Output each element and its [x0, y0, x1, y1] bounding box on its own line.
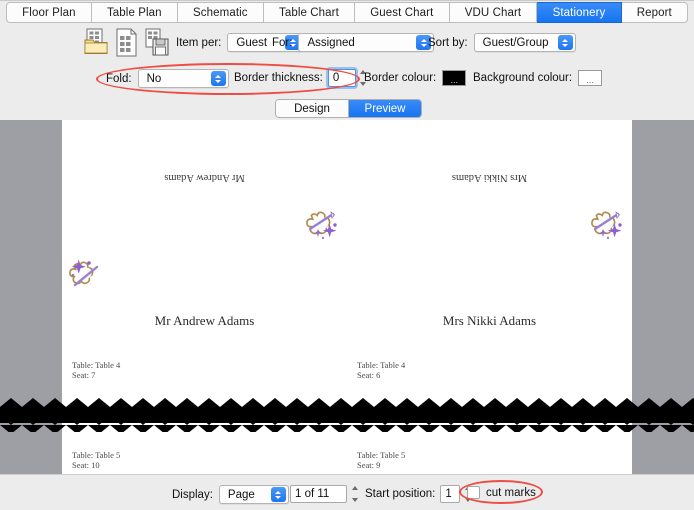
page-number-stepper[interactable] — [349, 485, 360, 503]
cut-marks-label: cut marks — [486, 486, 536, 499]
display-group: Display: Page — [172, 485, 289, 504]
background-colour-well[interactable]: ... — [578, 70, 603, 86]
background-colour-ellipsis: ... — [586, 75, 594, 85]
place-card: Table: Table 5 Seat: 9 — [347, 434, 632, 474]
start-position-input[interactable]: 1 — [440, 485, 461, 503]
border-thickness-value: 0 — [332, 72, 340, 84]
place-card-name: Mrs Nikki Adams — [442, 313, 537, 328]
tab-stationery[interactable]: Stationery — [537, 2, 622, 23]
background-colour-label: Background colour: — [473, 72, 573, 84]
save-document-icon[interactable] — [144, 28, 170, 57]
display-select[interactable]: Page — [218, 485, 289, 504]
tab-guest-chart[interactable]: Guest Chart — [355, 2, 450, 23]
tab-label: Floor Plan — [22, 6, 76, 19]
tab-label: Stationery — [552, 6, 606, 19]
sort-by-label: Sort by: — [428, 36, 468, 49]
border-colour-group: Border colour: ... — [364, 70, 467, 86]
for-select[interactable]: Assigned — [298, 33, 435, 52]
border-colour-ellipsis: ... — [450, 75, 458, 85]
chevron-updown-icon — [557, 35, 573, 50]
border-thickness-label: Border thickness: — [234, 72, 323, 84]
preview-mode-button[interactable]: Preview — [348, 100, 421, 117]
place-card: Mrs Nikki Adams Mrs Nikki Adams Table: T… — [347, 120, 632, 398]
place-card: Table: Table 5 Seat: 10 — [62, 434, 347, 474]
tab-label: Table Chart — [278, 6, 339, 19]
place-card-table: Table: Table 4 — [357, 360, 406, 370]
cut-marks-group[interactable]: cut marks — [467, 486, 536, 499]
stationery-preview-canvas[interactable]: Mr Andrew Adams Mr Andrew Adams Table: T… — [0, 120, 694, 474]
tab-vdu-chart[interactable]: VDU Chart — [449, 2, 538, 23]
place-card-table: Table: Table 4 — [72, 360, 121, 370]
fold-group: Fold: No — [106, 69, 229, 88]
border-thickness-input[interactable]: 0 — [327, 69, 356, 87]
fold-value: No — [146, 72, 162, 85]
page-navigator-group: 1 of 11 — [290, 485, 360, 503]
chevron-updown-icon — [210, 71, 226, 86]
tab-label: Table Plan — [106, 6, 162, 19]
place-card-name-mirrored: Mrs Nikki Adams — [451, 172, 528, 183]
open-document-icon[interactable] — [84, 28, 110, 57]
design-label: Design — [294, 102, 330, 115]
place-card-table: Table: Table 5 — [357, 450, 406, 460]
cut-marks-checkbox[interactable] — [467, 486, 480, 499]
tab-table-plan[interactable]: Table Plan — [91, 2, 178, 23]
tab-label: VDU Chart — [464, 6, 522, 19]
for-group: For: Assigned — [272, 33, 435, 52]
new-document-icon[interactable] — [114, 28, 140, 57]
page-number-input[interactable]: 1 of 11 — [290, 485, 347, 503]
place-card-name: Mr Andrew Adams — [154, 313, 255, 328]
chevron-updown-icon — [270, 487, 286, 502]
for-label: For: — [272, 36, 293, 49]
display-value: Page — [227, 488, 255, 501]
border-thickness-group: Border thickness: 0 — [234, 69, 369, 87]
tab-label: Schematic — [193, 6, 248, 19]
main-tab-bar: Floor Plan Table Plan Schematic Table Ch… — [0, 0, 694, 24]
document-actions-group — [84, 28, 170, 57]
sort-by-group: Sort by: Guest/Group — [428, 33, 576, 52]
sort-by-select[interactable]: Guest/Group — [473, 33, 576, 52]
place-card-seat: Seat: 10 — [72, 460, 100, 470]
fold-select[interactable]: No — [137, 69, 229, 88]
toolbar-row-secondary: Fold: No Border thickness: 0 Border colo… — [0, 61, 694, 97]
tab-label: Guest Chart — [370, 6, 434, 19]
border-colour-label: Border colour: — [364, 72, 437, 84]
view-mode-segmented-control: Design Preview — [275, 99, 422, 118]
page-number-value: 1 of 11 — [295, 488, 330, 500]
preview-status-bar: Display: Page 1 of 11 Start position: 1 … — [0, 474, 694, 510]
tab-report[interactable]: Report — [621, 2, 689, 23]
tab-table-chart[interactable]: Table Chart — [263, 2, 356, 23]
place-card-table: Table: Table 5 — [72, 450, 121, 460]
place-card-seat: Seat: 9 — [357, 460, 381, 470]
perforation-cut-band — [0, 398, 694, 432]
tab-floor-plan[interactable]: Floor Plan — [6, 2, 92, 23]
floral-sparkle-ornament — [304, 205, 342, 243]
toolbar-row-primary: Item per: Guest For: Assigned Sort by: G… — [0, 25, 694, 61]
tab-label: Report — [636, 6, 672, 19]
design-mode-button[interactable]: Design — [276, 100, 348, 117]
place-card-seat: Seat: 6 — [357, 370, 381, 380]
preview-label: Preview — [364, 102, 406, 115]
start-position-value: 1 — [445, 488, 452, 500]
start-position-group: Start position: 1 — [365, 485, 473, 503]
start-position-label: Start position: — [365, 488, 436, 500]
stationery-window: Floor Plan Table Plan Schematic Table Ch… — [0, 0, 694, 510]
item-per-label: Item per: — [176, 36, 222, 49]
tab-schematic[interactable]: Schematic — [177, 2, 264, 23]
fold-label: Fold: — [106, 72, 132, 85]
border-colour-well[interactable]: ... — [442, 70, 467, 86]
place-card: Mr Andrew Adams Mr Andrew Adams Table: T… — [62, 120, 347, 398]
background-colour-group: Background colour: ... — [473, 70, 603, 86]
floral-sparkle-ornament — [67, 255, 105, 293]
place-card-seat: Seat: 7 — [72, 370, 96, 380]
display-label: Display: — [172, 488, 213, 501]
floral-sparkle-ornament — [589, 205, 627, 243]
place-card-name-mirrored: Mr Andrew Adams — [164, 172, 245, 183]
sort-by-value: Guest/Group — [482, 36, 549, 49]
for-value: Assigned — [307, 36, 355, 49]
item-per-value: Guest — [236, 36, 268, 49]
